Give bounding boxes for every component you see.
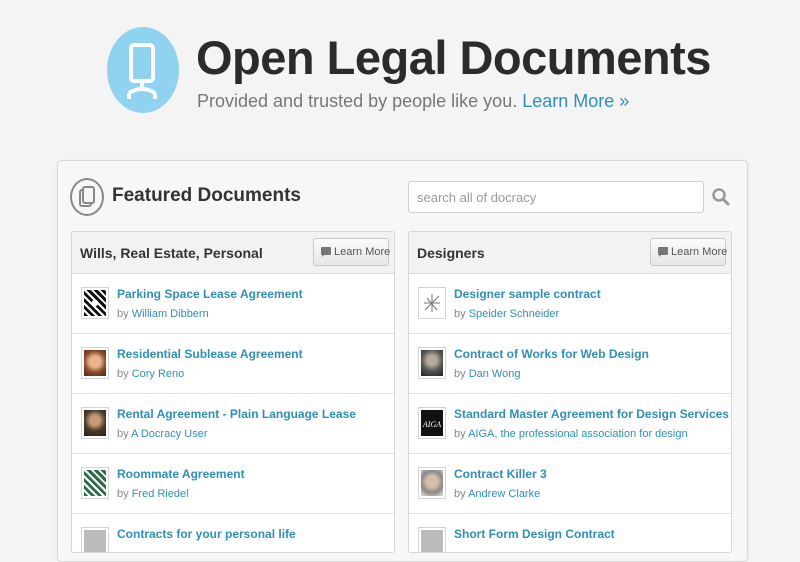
document-row[interactable]: Contracts for your personal life: [72, 514, 394, 552]
avatar: [418, 467, 446, 499]
author-link[interactable]: Dan Wong: [469, 368, 521, 380]
document-stand-icon: [127, 43, 157, 99]
document-row[interactable]: Designer sample contract by Speider Schn…: [409, 274, 731, 334]
category-column-designers: Designers Learn More Designer sample con…: [408, 231, 732, 553]
document-row[interactable]: AIGA Standard Master Agreement for Desig…: [409, 394, 731, 454]
document-title-link[interactable]: Roommate Agreement: [117, 467, 245, 481]
learn-more-label: Learn More: [671, 246, 728, 258]
author-link[interactable]: Cory Reno: [132, 368, 185, 380]
document-row[interactable]: Contract Killer 3 by Andrew Clarke: [409, 454, 731, 514]
author-link[interactable]: AIGA, the professional association for d…: [468, 428, 688, 440]
document-row[interactable]: Roommate Agreement by Fred Riedel: [72, 454, 394, 514]
avatar: [418, 347, 446, 379]
by-label: by: [454, 308, 466, 320]
category-column-personal: Wills, Real Estate, Personal Learn More …: [71, 231, 395, 553]
author-link[interactable]: William Dibbern: [132, 308, 209, 320]
featured-title: Featured Documents: [112, 185, 301, 206]
document-title-link[interactable]: Contract of Works for Web Design: [454, 347, 649, 361]
documents-icon: [70, 178, 104, 216]
comment-icon: [658, 247, 668, 257]
document-title-link[interactable]: Parking Space Lease Agreement: [117, 287, 303, 301]
document-row[interactable]: Rental Agreement - Plain Language Lease …: [72, 394, 394, 454]
document-row[interactable]: Residential Sublease Agreement by Cory R…: [72, 334, 394, 394]
document-row[interactable]: Parking Space Lease Agreement by William…: [72, 274, 394, 334]
document-row[interactable]: Short Form Design Contract: [409, 514, 731, 552]
document-byline: by William Dibbern: [117, 308, 209, 320]
by-label: by: [454, 488, 466, 500]
by-label: by: [117, 368, 129, 380]
by-label: by: [454, 368, 466, 380]
avatar: [418, 287, 446, 319]
avatar: [418, 527, 446, 552]
by-label: by: [117, 428, 129, 440]
by-label: by: [117, 308, 129, 320]
search-input[interactable]: [408, 181, 704, 213]
docracy-logo[interactable]: [107, 27, 179, 113]
search-icon[interactable]: [711, 187, 731, 207]
document-row[interactable]: Contract of Works for Web Design by Dan …: [409, 334, 731, 394]
document-byline: by Dan Wong: [454, 368, 520, 380]
site-tagline: Provided and trusted by people like you.…: [197, 91, 629, 112]
svg-text:AIGA: AIGA: [422, 420, 441, 429]
learn-more-link[interactable]: Learn More »: [522, 91, 629, 111]
document-title-link[interactable]: Residential Sublease Agreement: [117, 347, 303, 361]
site-title: Open Legal Documents: [196, 31, 711, 84]
avatar: [81, 347, 109, 379]
category-title: Wills, Real Estate, Personal: [80, 245, 263, 261]
document-byline: by Andrew Clarke: [454, 488, 540, 500]
tagline-text: Provided and trusted by people like you.: [197, 91, 518, 111]
document-title-link[interactable]: Contract Killer 3: [454, 467, 547, 481]
category-learn-more-button[interactable]: Learn More: [650, 238, 728, 266]
document-title-link[interactable]: Short Form Design Contract: [454, 527, 615, 541]
avatar: AIGA: [418, 407, 446, 439]
by-label: by: [454, 428, 466, 440]
category-learn-more-button[interactable]: Learn More: [313, 238, 391, 266]
document-byline: by Speider Schneider: [454, 308, 559, 320]
comment-icon: [321, 247, 331, 257]
document-byline: by A Docracy User: [117, 428, 208, 440]
document-title-link[interactable]: Designer sample contract: [454, 287, 601, 301]
document-title-link[interactable]: Rental Agreement - Plain Language Lease: [117, 407, 356, 421]
category-title: Designers: [417, 245, 485, 261]
author-link[interactable]: A Docracy User: [131, 428, 207, 440]
learn-more-label: Learn More: [334, 246, 391, 258]
document-byline: by Fred Riedel: [117, 488, 189, 500]
document-byline: by Cory Reno: [117, 368, 184, 380]
category-header: Designers Learn More: [409, 232, 731, 274]
sketch-icon: [424, 294, 440, 312]
document-title-link[interactable]: Standard Master Agreement for Design Ser…: [454, 407, 729, 421]
aiga-logo: AIGA: [422, 420, 441, 429]
document-byline: by AIGA, the professional association fo…: [454, 428, 688, 440]
author-link[interactable]: Speider Schneider: [469, 308, 560, 320]
by-label: by: [117, 488, 129, 500]
document-title-link[interactable]: Contracts for your personal life: [117, 527, 296, 541]
category-header: Wills, Real Estate, Personal Learn More: [72, 232, 394, 274]
avatar: [81, 467, 109, 499]
author-link[interactable]: Fred Riedel: [132, 488, 189, 500]
avatar: [81, 527, 109, 552]
avatar: [81, 407, 109, 439]
avatar: [81, 287, 109, 319]
author-link[interactable]: Andrew Clarke: [468, 488, 540, 500]
